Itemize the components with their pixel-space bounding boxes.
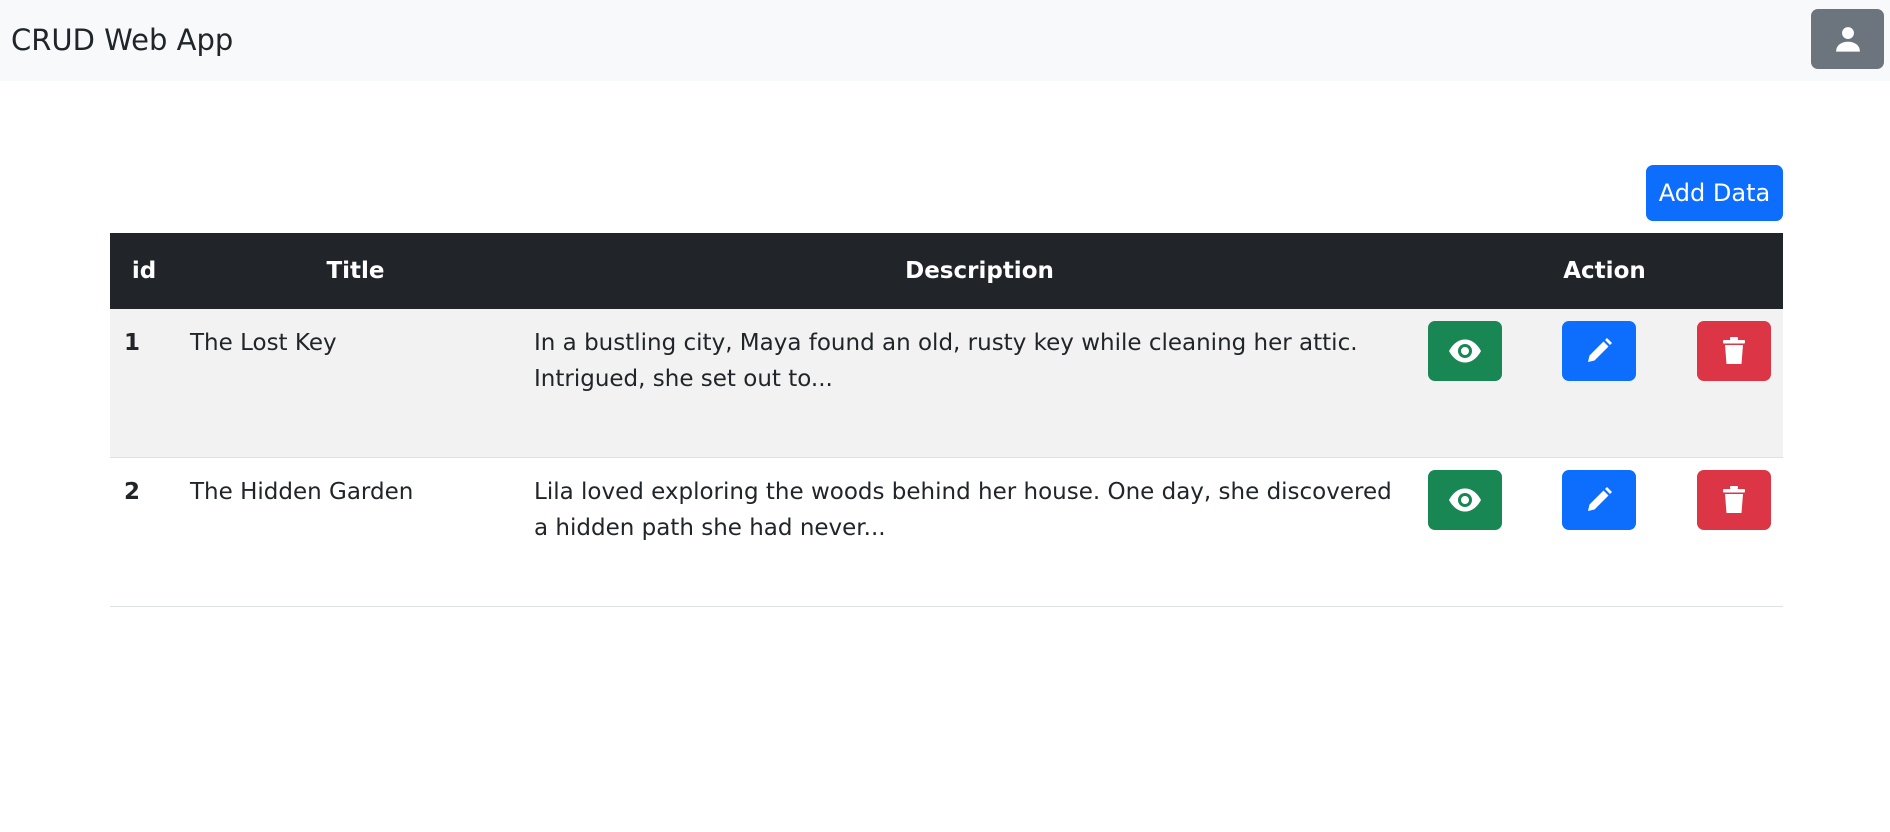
trash-icon [1723,486,1745,513]
eye-icon [1449,339,1481,363]
view-button[interactable] [1428,321,1502,381]
view-button[interactable] [1428,470,1502,530]
delete-button[interactable] [1697,321,1771,381]
table-header: id Title Description Action [110,233,1783,309]
brand-title[interactable]: CRUD Web App [11,21,233,59]
pencil-icon [1588,338,1612,362]
table-row: 2 The Hidden Garden Lila loved exploring… [110,458,1783,607]
user-icon [1835,27,1860,52]
row-id: 1 [124,330,141,356]
eye-icon [1449,488,1481,512]
edit-button[interactable] [1562,321,1636,381]
navbar: CRUD Web App [0,0,1890,81]
data-table: id Title Description Action 1 The Lost K… [110,233,1783,607]
edit-button[interactable] [1562,470,1636,530]
trash-icon [1723,337,1745,364]
row-id: 2 [124,479,141,505]
row-description: In a bustling city, Maya found an old, r… [534,330,1358,392]
header-action: Action [1563,258,1646,284]
table-row: 1 The Lost Key In a bustling city, Maya … [110,309,1783,458]
row-description: Lila loved exploring the woods behind he… [534,479,1392,541]
row-title: The Lost Key [190,330,337,356]
header-description: Description [905,258,1054,284]
user-menu-button[interactable] [1811,9,1884,69]
pencil-icon [1588,487,1612,511]
header-id: id [131,258,157,284]
row-title: The Hidden Garden [190,479,414,505]
delete-button[interactable] [1697,470,1771,530]
header-title: Title [326,258,385,284]
add-data-button[interactable]: Add Data [1646,165,1783,221]
